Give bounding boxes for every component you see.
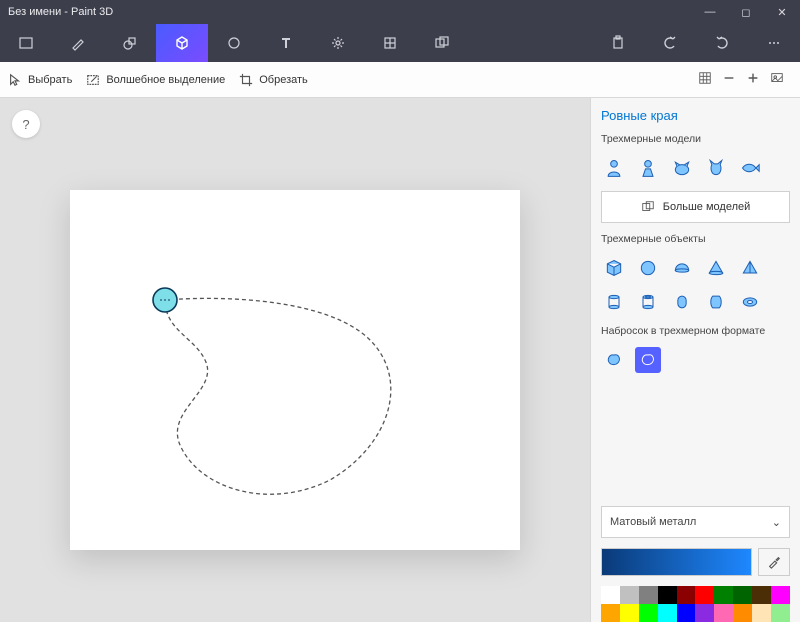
object-hemisphere-icon[interactable] [669, 255, 695, 281]
color-bar [601, 548, 790, 576]
model-cat-icon[interactable] [703, 155, 729, 181]
toolbar: Выбрать Волшебное выделение Обрезать [0, 62, 800, 98]
color-swatch[interactable] [695, 586, 714, 604]
doodle-sharp-icon[interactable] [635, 347, 661, 373]
models-label: Трехмерные модели [601, 133, 790, 145]
doodle-soft-icon[interactable] [601, 347, 627, 373]
color-swatch[interactable] [601, 604, 620, 622]
color-swatch[interactable] [677, 586, 696, 604]
titlebar: Без имени - Paint 3D — ◻ ✕ [0, 0, 800, 24]
menu-tab[interactable] [0, 24, 52, 62]
paste-tab[interactable] [592, 24, 644, 62]
drawing-path [70, 190, 520, 550]
zoom-in-icon[interactable] [746, 71, 760, 88]
object-torus-icon[interactable] [737, 289, 763, 315]
color-swatch[interactable] [771, 604, 790, 622]
stickers-tab[interactable] [208, 24, 260, 62]
chevron-down-icon: ⌄ [772, 516, 781, 529]
select-button[interactable]: Выбрать [8, 73, 72, 87]
doodle-row [601, 347, 790, 373]
zoom-out-icon[interactable] [722, 71, 736, 88]
color-swatch[interactable] [752, 586, 771, 604]
color-swatch[interactable] [601, 586, 620, 604]
object-curved-cylinder-icon[interactable] [703, 289, 729, 315]
model-dog-icon[interactable] [669, 155, 695, 181]
model-man-icon[interactable] [601, 155, 627, 181]
close-button[interactable]: ✕ [764, 0, 800, 24]
color-swatch[interactable] [620, 586, 639, 604]
3d-shapes-tab[interactable] [156, 24, 208, 62]
text-tab[interactable] [260, 24, 312, 62]
object-capsule-icon[interactable] [669, 289, 695, 315]
more-models-button[interactable]: Больше моделей [601, 191, 790, 223]
object-sphere-icon[interactable] [635, 255, 661, 281]
object-cylinder-icon[interactable] [601, 289, 627, 315]
crop-label: Обрезать [259, 74, 308, 86]
toolbar-right [698, 71, 792, 88]
canvas-area: ? [0, 98, 590, 622]
object-cube-icon[interactable] [601, 255, 627, 281]
eyedropper-button[interactable] [758, 548, 790, 576]
model-woman-icon[interactable] [635, 155, 661, 181]
window-controls: — ◻ ✕ [692, 0, 800, 24]
main-area: ? Ровные края Трехмерные модели Больше м… [0, 98, 800, 622]
topbar [0, 24, 800, 62]
model-fish-icon[interactable] [737, 155, 763, 181]
doodle-label: Набросок в трехмерном формате [601, 325, 790, 337]
grid-icon[interactable] [698, 71, 712, 88]
sidebar: Ровные края Трехмерные модели Больше мод… [590, 98, 800, 622]
material-label: Матовый металл [610, 516, 696, 528]
magic-select-label: Волшебное выделение [106, 74, 225, 86]
crop-button[interactable]: Обрезать [239, 73, 308, 87]
more-tab[interactable] [748, 24, 800, 62]
color-swatch[interactable] [658, 586, 677, 604]
color-swatch[interactable] [677, 604, 696, 622]
color-swatch[interactable] [639, 586, 658, 604]
window-title: Без имени - Paint 3D [8, 6, 113, 18]
more-models-label: Больше моделей [663, 201, 751, 213]
color-swatch[interactable] [639, 604, 658, 622]
effects-tab[interactable] [312, 24, 364, 62]
view-icon[interactable] [770, 71, 784, 88]
sidebar-heading: Ровные края [601, 108, 790, 123]
canvas[interactable] [70, 190, 520, 550]
color-swatch[interactable] [658, 604, 677, 622]
color-swatch[interactable] [714, 604, 733, 622]
object-pyramid-icon[interactable] [737, 255, 763, 281]
redo-tab[interactable] [696, 24, 748, 62]
brushes-tab[interactable] [52, 24, 104, 62]
minimize-button[interactable]: — [692, 0, 728, 24]
help-button[interactable]: ? [12, 110, 40, 138]
models-row [601, 155, 790, 181]
canvas-tab[interactable] [364, 24, 416, 62]
current-color[interactable] [601, 548, 752, 576]
undo-tab[interactable] [644, 24, 696, 62]
color-swatch[interactable] [733, 586, 752, 604]
color-swatch[interactable] [733, 604, 752, 622]
color-swatch[interactable] [695, 604, 714, 622]
color-swatch[interactable] [620, 604, 639, 622]
maximize-button[interactable]: ◻ [728, 0, 764, 24]
color-swatch[interactable] [752, 604, 771, 622]
2d-shapes-tab[interactable] [104, 24, 156, 62]
object-cone-icon[interactable] [703, 255, 729, 281]
library-tab[interactable] [416, 24, 468, 62]
color-swatch[interactable] [771, 586, 790, 604]
object-tube-icon[interactable] [635, 289, 661, 315]
color-palette [601, 586, 790, 622]
objects-label: Трехмерные объекты [601, 233, 790, 245]
select-label: Выбрать [28, 74, 72, 86]
color-swatch[interactable] [714, 586, 733, 604]
material-select[interactable]: Матовый металл ⌄ [601, 506, 790, 538]
magic-select-button[interactable]: Волшебное выделение [86, 73, 225, 87]
objects-row [601, 255, 790, 315]
